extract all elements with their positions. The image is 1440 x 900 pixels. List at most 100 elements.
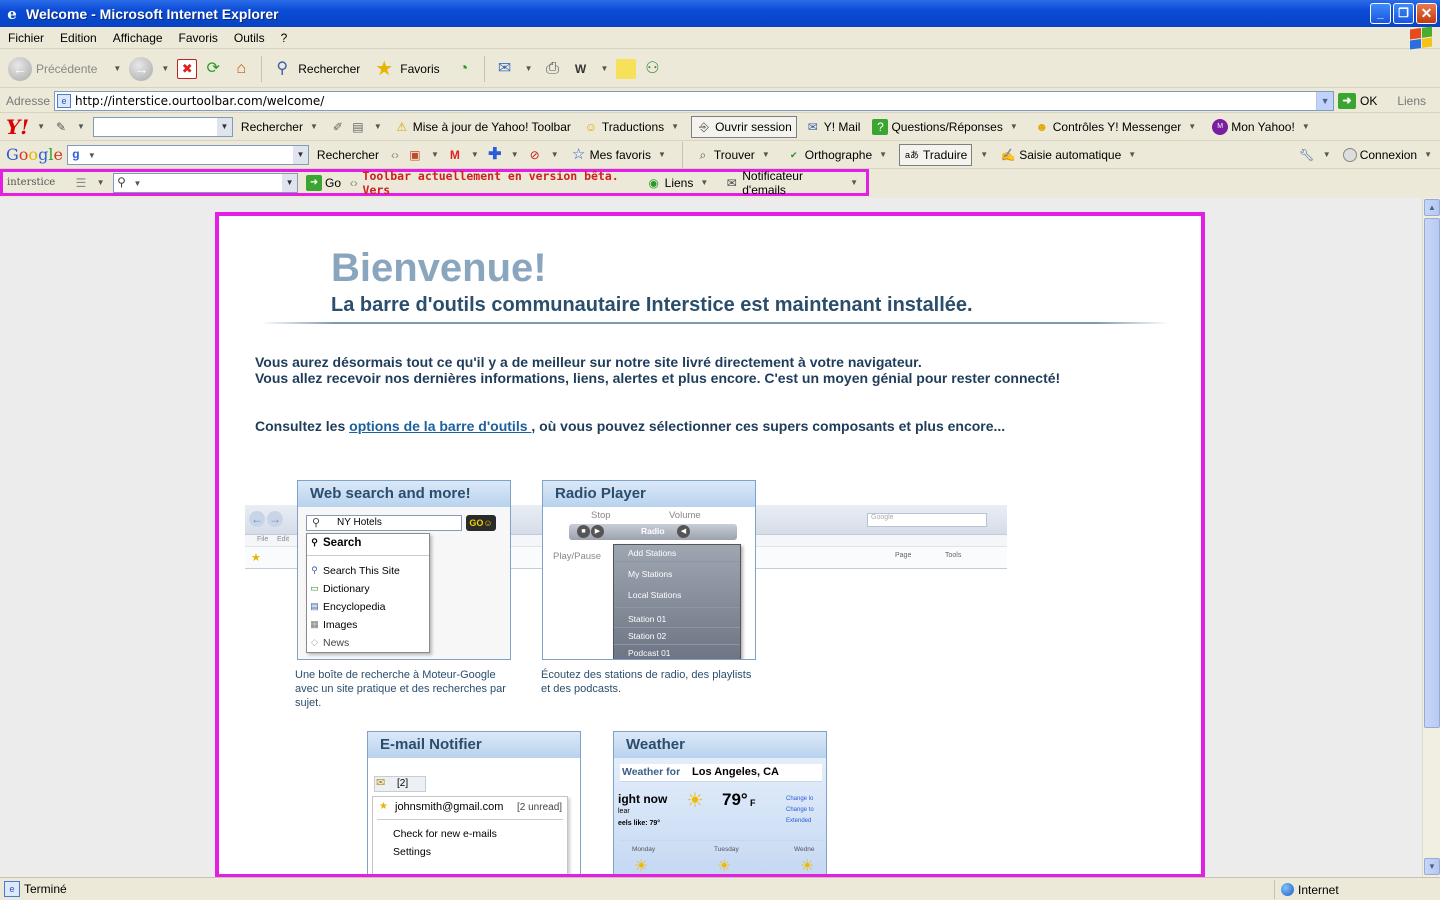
bookmarks-button[interactable]: ☆ Mes favoris ▼ bbox=[567, 146, 674, 163]
spellcheck-button[interactable]: ✔ Orthographe ▼ bbox=[782, 147, 895, 163]
my-yahoo-button[interactable]: M Mon Yahoo! ▼ bbox=[1208, 118, 1318, 135]
find-button[interactable]: ⌕ Trouver ▼ bbox=[691, 147, 778, 163]
interstice-links-button[interactable]: ◉ Liens ▼ bbox=[642, 175, 717, 191]
highlight-icon[interactable]: ✐ bbox=[330, 119, 346, 135]
yahoo-search-button[interactable]: Rechercher ▼ bbox=[237, 120, 326, 134]
messenger-icon[interactable]: ⚇ bbox=[640, 57, 664, 81]
google-search-input[interactable]: g ▼ ▼ bbox=[66, 144, 309, 165]
block-popup-icon[interactable]: ▤ bbox=[350, 119, 366, 135]
links-label[interactable]: Liens bbox=[1397, 94, 1440, 108]
yahoo-translations-button[interactable]: ☺ Traductions ▼ bbox=[579, 119, 687, 135]
interstice-logo[interactable]: interstice bbox=[7, 178, 69, 188]
news-dropdown-icon[interactable]: ▼ bbox=[431, 150, 439, 159]
forward-dropdown-icon[interactable]: ▼ bbox=[161, 64, 169, 73]
interstice-search-dropdown-icon[interactable]: ▼ bbox=[282, 173, 298, 192]
chevron-icon[interactable]: ‹› bbox=[349, 175, 358, 191]
yahoo-search-dropdown-icon[interactable]: ▼ bbox=[310, 122, 318, 131]
my-yahoo-dropdown-icon: ▼ bbox=[1301, 122, 1310, 131]
address-url[interactable]: http://interstice.ourtoolbar.com/welcome… bbox=[75, 94, 324, 108]
popup-dropdown-icon[interactable]: ▼ bbox=[374, 122, 382, 131]
add-dropdown-icon[interactable]: ▼ bbox=[511, 150, 519, 159]
toolbar-separator bbox=[681, 141, 683, 168]
back-button-label[interactable]: Précédente bbox=[36, 62, 97, 76]
internet-globe-icon bbox=[1281, 883, 1294, 896]
menu-favoris[interactable]: Favoris bbox=[171, 31, 226, 45]
chevron-icon[interactable]: ‹› bbox=[387, 147, 403, 163]
menu-outils[interactable]: Outils bbox=[226, 31, 273, 45]
yahoo-update-button[interactable]: ⚠ Mise à jour de Yahoo! Toolbar bbox=[390, 119, 575, 135]
address-field[interactable]: e http://interstice.ourtoolbar.com/welco… bbox=[54, 90, 1335, 111]
yahoo-menu-dropdown-icon[interactable]: ▼ bbox=[37, 122, 45, 131]
scroll-down-icon[interactable]: ▼ bbox=[1424, 858, 1440, 875]
yahoo-answers-button[interactable]: ? Questions/Réponses ▼ bbox=[868, 118, 1025, 135]
mock-star-icon: ★ bbox=[251, 552, 261, 564]
add-plus-icon[interactable]: ✚ bbox=[487, 146, 503, 163]
minimize-button[interactable]: _ bbox=[1370, 3, 1391, 24]
edit-dropdown-icon[interactable]: ▼ bbox=[601, 64, 609, 73]
interstice-search-input[interactable]: ⚲ ▼ ▼ bbox=[112, 172, 299, 193]
popup-blocker-icon[interactable]: ⊘ bbox=[527, 147, 543, 163]
gmail-icon[interactable]: M bbox=[447, 147, 463, 163]
note-icon[interactable] bbox=[616, 58, 637, 79]
search-engine-dropdown-icon[interactable]: ▼ bbox=[134, 179, 142, 188]
favorites-button-label[interactable]: Favoris bbox=[400, 62, 439, 76]
pencil-dropdown-icon[interactable]: ▼ bbox=[77, 122, 85, 131]
back-dropdown-icon[interactable]: ▼ bbox=[113, 64, 121, 73]
address-dropdown-icon[interactable]: ▼ bbox=[1316, 91, 1334, 110]
translate-dropdown-icon[interactable]: ▼ bbox=[980, 150, 988, 159]
toolbar-menu-icon[interactable]: ☰ bbox=[73, 175, 88, 191]
answers-dropdown-icon: ▼ bbox=[1009, 122, 1018, 131]
refresh-icon[interactable]: ⟳ bbox=[201, 57, 225, 81]
go-button[interactable]: ➜ OK bbox=[1338, 92, 1377, 109]
yahoo-mail-button[interactable]: ✉ Y! Mail bbox=[801, 119, 865, 135]
google-search-dropdown-icon[interactable]: ▼ bbox=[292, 145, 308, 164]
find-dropdown-icon: ▼ bbox=[761, 150, 770, 159]
google-signin-button[interactable]: Connexion ▼ bbox=[1339, 147, 1440, 162]
toolbar-options-link[interactable]: options de la barre d'outils bbox=[349, 418, 531, 434]
mail-dropdown-icon[interactable]: ▼ bbox=[525, 64, 533, 73]
search-button-label[interactable]: Rechercher bbox=[298, 62, 360, 76]
settings-dropdown-icon[interactable]: ▼ bbox=[1323, 150, 1331, 159]
google-logo-icon[interactable]: Google bbox=[6, 145, 63, 164]
weather-cond: lear bbox=[618, 808, 630, 815]
yahoo-search-dropdown-icon[interactable]: ▼ bbox=[216, 117, 232, 136]
google-search-button[interactable]: Rechercher bbox=[313, 148, 383, 162]
settings-wrench-icon[interactable]: 🔧︎ bbox=[1299, 147, 1315, 163]
menu-item-search-site: ⚲ Search This Site bbox=[307, 562, 429, 580]
restore-button[interactable]: ❐ bbox=[1393, 3, 1414, 24]
popup-blocker-dropdown-icon[interactable]: ▼ bbox=[551, 150, 559, 159]
back-arrow-icon[interactable]: ← bbox=[8, 56, 32, 81]
email-notifier-button[interactable]: ✉ Notificateur d'emails ▼ bbox=[720, 169, 866, 197]
yahoo-signin-button[interactable]: ⎆ Ouvrir session bbox=[691, 115, 797, 138]
menu-help[interactable]: ? bbox=[273, 31, 296, 45]
gmail-dropdown-icon[interactable]: ▼ bbox=[471, 150, 479, 159]
yahoo-messenger-button[interactable]: ☻ Contrôles Y! Messenger ▼ bbox=[1030, 119, 1204, 135]
radio-menu-station1: Station 01 bbox=[614, 611, 740, 628]
autofill-button[interactable]: ✍ Saisie automatique ▼ bbox=[996, 147, 1144, 163]
interstice-go-button[interactable]: ➜ Go bbox=[302, 174, 345, 191]
menu-edition[interactable]: Edition bbox=[52, 31, 105, 45]
translate-button[interactable]: aあ Traduire bbox=[899, 143, 973, 166]
yahoo-search-input[interactable]: ▼ bbox=[92, 116, 233, 137]
scroll-up-icon[interactable]: ▲ bbox=[1424, 199, 1440, 216]
forward-arrow-icon[interactable]: → bbox=[129, 56, 154, 81]
vertical-scrollbar[interactable]: ▲ ▼ bbox=[1422, 198, 1440, 877]
history-icon[interactable]: ◔ bbox=[452, 57, 476, 81]
toolbar-menu-dropdown-icon[interactable]: ▼ bbox=[97, 178, 105, 187]
search-icon[interactable]: ⚲ bbox=[270, 57, 294, 81]
close-button[interactable]: ✕ bbox=[1416, 3, 1437, 24]
favorites-star-icon[interactable]: ★ bbox=[372, 57, 396, 81]
print-icon[interactable]: ⎙ bbox=[541, 57, 565, 81]
google-engine-dropdown-icon[interactable]: ▼ bbox=[88, 151, 96, 160]
news-icon[interactable]: ▣ bbox=[407, 147, 423, 163]
home-icon[interactable]: ⌂ bbox=[229, 57, 253, 81]
mail-icon[interactable]: ✉ bbox=[493, 57, 517, 81]
scroll-thumb[interactable] bbox=[1424, 218, 1440, 728]
edit-word-icon[interactable]: W bbox=[569, 57, 593, 81]
menu-fichier[interactable]: Fichier bbox=[0, 31, 52, 45]
stop-icon[interactable]: ✖ bbox=[177, 58, 198, 79]
menu-affichage[interactable]: Affichage bbox=[105, 31, 171, 45]
menu-item-dictionary: ▭ Dictionary bbox=[307, 580, 429, 598]
pencil-icon[interactable]: ✎ bbox=[53, 119, 69, 135]
yahoo-logo-icon[interactable]: Y! bbox=[6, 115, 29, 139]
